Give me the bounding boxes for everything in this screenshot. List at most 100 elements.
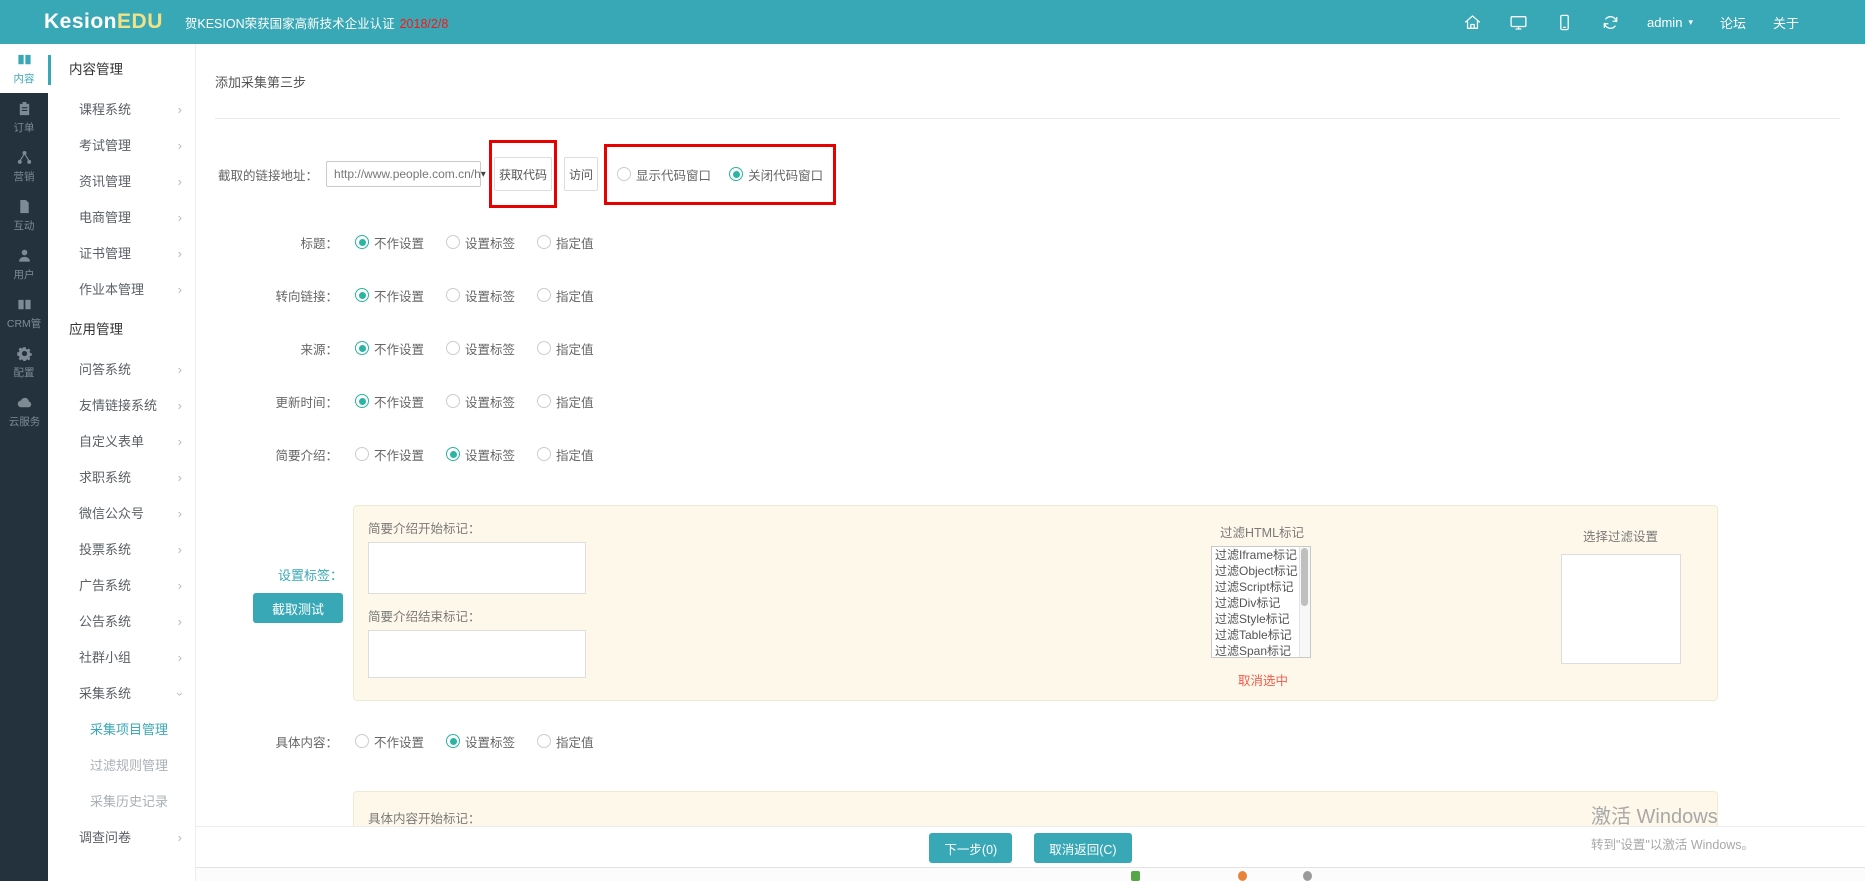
menu-item[interactable]: 电商管理› <box>48 200 195 236</box>
sidebar-module-label: 订单 <box>14 119 35 134</box>
radio-no-setting[interactable]: 不作设置 <box>355 392 424 411</box>
field-row: 标题：不作设置设置标签指定值 <box>196 228 594 256</box>
forum-link[interactable]: 论坛 <box>1720 13 1746 32</box>
capture-test-button[interactable]: 截取测试 <box>253 593 343 623</box>
radio-set-tag[interactable]: 设置标签 <box>446 286 515 305</box>
filter-html-listbox[interactable]: 过滤Iframe标记过滤Object标记过滤Script标记过滤Div标记过滤S… <box>1211 546 1311 658</box>
taskbar-icon[interactable] <box>1238 871 1247 881</box>
filter-option[interactable]: 过滤Object标记 <box>1212 563 1310 579</box>
filter-settings-listbox[interactable] <box>1561 554 1681 664</box>
menu-item[interactable]: 资讯管理› <box>48 164 195 200</box>
radio-set-tag[interactable]: 设置标签 <box>446 339 515 358</box>
radio-no-setting[interactable]: 不作设置 <box>355 286 424 305</box>
radio-no-setting[interactable]: 不作设置 <box>355 445 424 464</box>
filter-option[interactable]: 过滤Table标记 <box>1212 627 1310 643</box>
filter-option[interactable]: 过滤Style标记 <box>1212 611 1310 627</box>
radio-set-tag[interactable]: 设置标签 <box>446 445 515 464</box>
radio-specify-value[interactable]: 指定值 <box>537 339 594 358</box>
cancel-selection-link[interactable]: 取消选中 <box>1238 670 1288 689</box>
sidebar-module-item[interactable]: CRM管 <box>0 289 48 338</box>
scrollbar-thumb[interactable] <box>1301 548 1308 606</box>
clipboard-icon <box>17 101 32 116</box>
menu-item[interactable]: 求职系统› <box>48 460 195 496</box>
sidebar-module-item[interactable]: 配置 <box>0 338 48 387</box>
radio-label: 关闭代码窗口 <box>748 165 823 184</box>
menu-item-label: 社群小组 <box>79 650 131 665</box>
url-select[interactable]: http://www.people.com.cn/h ▾ <box>326 161 481 187</box>
filter-option[interactable]: 过滤Span标记 <box>1212 643 1310 658</box>
radio-close-code-window[interactable]: 关闭代码窗口 <box>729 165 823 184</box>
radio-specify-value[interactable]: 指定值 <box>537 732 594 751</box>
menu-section-header[interactable]: 内容管理 <box>48 48 195 92</box>
visit-button[interactable]: 访问 <box>564 157 598 191</box>
radio-specify-value[interactable]: 指定值 <box>537 445 594 464</box>
radio-icon <box>537 288 551 302</box>
menu-item[interactable]: 作业本管理 › <box>48 272 195 308</box>
desktop-icon[interactable] <box>1509 13 1528 32</box>
radio-show-code-window[interactable]: 显示代码窗口 <box>617 165 711 184</box>
chevron-right-icon: › <box>178 352 182 388</box>
menu-item-label: 资讯管理 <box>79 174 131 189</box>
radio-set-tag[interactable]: 设置标签 <box>446 233 515 252</box>
radio-no-setting[interactable]: 不作设置 <box>355 233 424 252</box>
menu-subitem[interactable]: 采集项目管理 <box>48 712 195 748</box>
title-divider <box>215 118 1840 119</box>
menu-item[interactable]: 考试管理› <box>48 128 195 164</box>
sidebar-module-item[interactable]: 用户 <box>0 240 48 289</box>
menu-section-header[interactable]: 应用管理 <box>48 308 195 352</box>
sidebar-module-item[interactable]: 互动 <box>0 191 48 240</box>
radio-label: 设置标签 <box>465 286 515 305</box>
chevron-right-icon: › <box>178 532 182 568</box>
menu-item[interactable]: 问答系统› <box>48 352 195 388</box>
sidebar-module-item[interactable]: 订单 <box>0 93 48 142</box>
chevron-down-icon: ▾ <box>481 169 486 180</box>
get-code-button[interactable]: 获取代码 <box>494 157 552 191</box>
summary-start-input[interactable] <box>368 542 586 594</box>
radio-icon <box>446 288 460 302</box>
refresh-icon[interactable] <box>1601 13 1620 32</box>
radio-set-tag[interactable]: 设置标签 <box>446 392 515 411</box>
chevron-right-icon: › <box>178 272 182 308</box>
menu-item[interactable]: 投票系统› <box>48 532 195 568</box>
menu-item-label: 作业本管理 <box>79 282 144 297</box>
home-icon[interactable] <box>1463 13 1482 32</box>
radio-specify-value[interactable]: 指定值 <box>537 286 594 305</box>
radio-no-setting[interactable]: 不作设置 <box>355 732 424 751</box>
filter-option[interactable]: 过滤Script标记 <box>1212 579 1310 595</box>
sidebar-module-item[interactable]: 营销 <box>0 142 48 191</box>
sidebar-module-item[interactable]: 内容 <box>0 44 48 93</box>
filter-option[interactable]: 过滤Div标记 <box>1212 595 1310 611</box>
menu-item[interactable]: 自定义表单› <box>48 424 195 460</box>
cancel-return-button[interactable]: 取消返回(C) <box>1034 833 1131 863</box>
menu-item[interactable]: 公告系统› <box>48 604 195 640</box>
about-link[interactable]: 关于 <box>1773 13 1799 32</box>
scrollbar[interactable] <box>1299 547 1310 657</box>
taskbar-icon[interactable] <box>1131 871 1140 881</box>
menu-item[interactable]: 采集系统› <box>48 676 195 712</box>
radio-no-setting[interactable]: 不作设置 <box>355 339 424 358</box>
user-name: admin <box>1647 15 1682 30</box>
sidebar-module-item[interactable]: 云服务 <box>0 387 48 436</box>
menu-item[interactable]: 广告系统› <box>48 568 195 604</box>
summary-end-input[interactable] <box>368 630 586 678</box>
radio-specify-value[interactable]: 指定值 <box>537 392 594 411</box>
menu-subitem[interactable]: 过滤规则管理 <box>48 748 195 784</box>
brand-suffix: EDU <box>117 10 163 33</box>
next-step-button[interactable]: 下一步(0) <box>929 833 1012 863</box>
radio-label: 不作设置 <box>374 286 424 305</box>
radio-specify-value[interactable]: 指定值 <box>537 233 594 252</box>
menu-item[interactable]: 课程系统› <box>48 92 195 128</box>
filter-option[interactable]: 过滤Iframe标记 <box>1212 547 1310 563</box>
taskbar-icon[interactable] <box>1303 871 1312 881</box>
menu-item[interactable]: 友情链接系统› <box>48 388 195 424</box>
radio-label: 指定值 <box>556 286 594 305</box>
radio-set-tag[interactable]: 设置标签 <box>446 732 515 751</box>
sidebar-module-label: 用户 <box>14 266 35 281</box>
menu-item[interactable]: 微信公众号› <box>48 496 195 532</box>
menu-subitem[interactable]: 采集历史记录 <box>48 784 195 820</box>
user-menu[interactable]: admin ▾ <box>1647 15 1693 30</box>
menu-item[interactable]: 社群小组› <box>48 640 195 676</box>
menu-item[interactable]: 调查问卷› <box>48 820 195 856</box>
mobile-icon[interactable] <box>1555 13 1574 32</box>
menu-item[interactable]: 证书管理› <box>48 236 195 272</box>
